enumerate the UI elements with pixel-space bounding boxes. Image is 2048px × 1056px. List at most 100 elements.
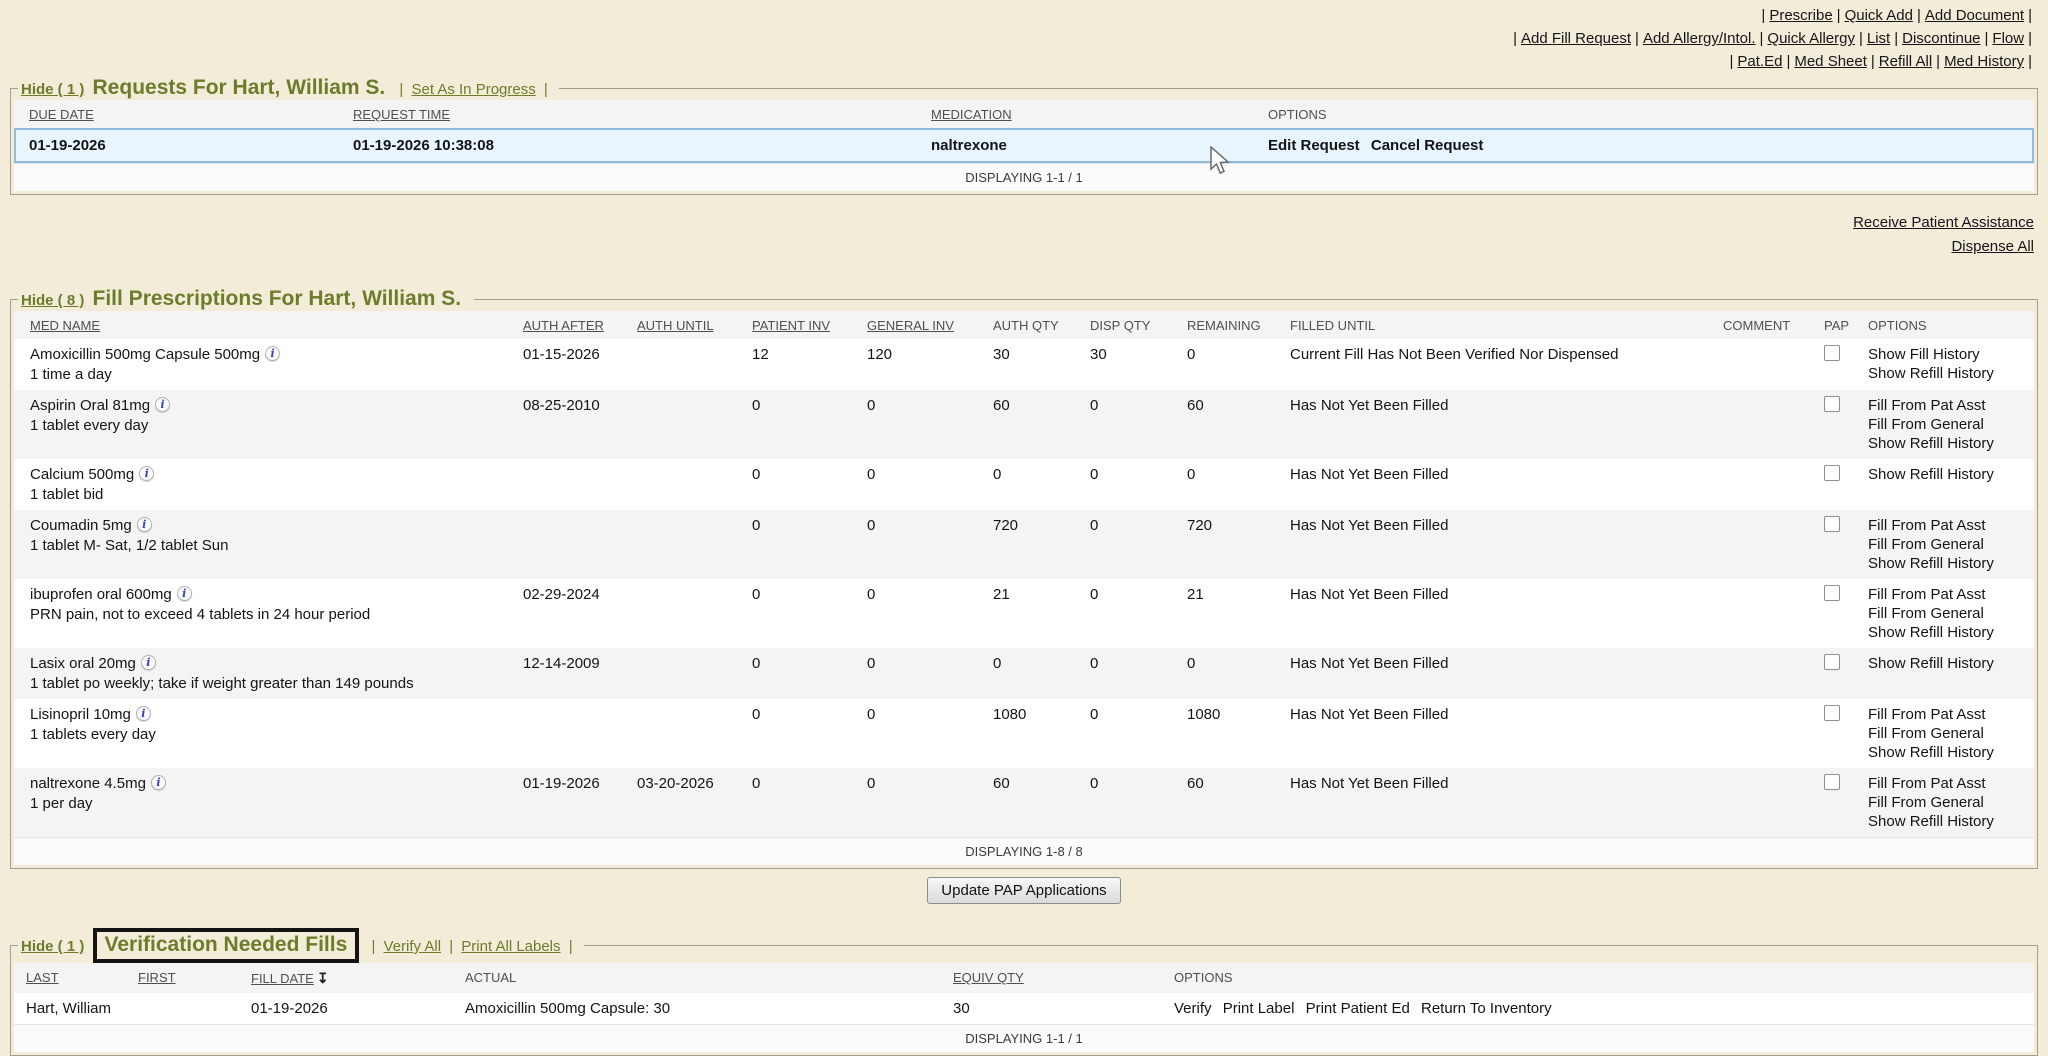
fill-from-pat-asst-link[interactable]: Fill From Pat Asst xyxy=(1868,396,2026,415)
nav-link-pat-ed[interactable]: Pat.Ed xyxy=(1737,53,1782,70)
fill-row-amoxicillin: Amoxicillin 500mg Capsule 500mgi 1 time … xyxy=(14,339,2034,390)
pap-checkbox[interactable] xyxy=(1824,654,1840,670)
top-nav-row-2: |Add Fill Request|Add Allergy/Intol.|Qui… xyxy=(1509,27,2036,50)
med-name: Lisinopril 10mg xyxy=(30,706,131,723)
comment-value xyxy=(1723,396,1824,453)
column-header-fill-date[interactable]: FILL DATE xyxy=(251,971,314,986)
column-header-first[interactable]: FIRST xyxy=(138,970,176,985)
nav-link-quick-allergy[interactable]: Quick Allergy xyxy=(1767,30,1855,47)
show-refill-history-link[interactable]: Show Refill History xyxy=(1868,812,2026,831)
requests-section: Hide ( 1 ) Requests For Hart, William S.… xyxy=(10,76,2038,195)
verify-all-link[interactable]: Verify All xyxy=(384,938,442,955)
hide-fill-link[interactable]: Hide ( 8 ) xyxy=(21,292,84,309)
show-refill-history-link[interactable]: Show Refill History xyxy=(1868,654,2026,673)
column-header-last[interactable]: LAST xyxy=(26,970,59,985)
cancel-request-link[interactable]: Cancel Request xyxy=(1371,136,1484,155)
nav-link-flow[interactable]: Flow xyxy=(1992,30,2024,47)
show-refill-history-link[interactable]: Show Refill History xyxy=(1868,623,2026,642)
nav-link-prescribe[interactable]: Prescribe xyxy=(1769,7,1832,24)
show-refill-history-link[interactable]: Show Refill History xyxy=(1868,434,2026,453)
receive-patient-assistance-link[interactable]: Receive Patient Assistance xyxy=(1853,214,2034,231)
patient-inv-value: 0 xyxy=(752,705,867,762)
info-icon[interactable]: i xyxy=(265,346,280,361)
return-to-inventory-link[interactable]: Return To Inventory xyxy=(1421,999,1552,1018)
pap-checkbox[interactable] xyxy=(1824,465,1840,481)
med-name: Coumadin 5mg xyxy=(30,517,132,534)
print-label-link[interactable]: Print Label xyxy=(1223,999,1295,1018)
print-all-labels-link[interactable]: Print All Labels xyxy=(461,938,560,955)
column-header-auth-until[interactable]: AUTH UNTIL xyxy=(637,318,714,333)
side-links: Receive Patient Assistance Dispense All xyxy=(0,211,2034,259)
pap-checkbox[interactable] xyxy=(1824,705,1840,721)
nav-link-quick-add[interactable]: Quick Add xyxy=(1845,7,1913,24)
dispense-all-link[interactable]: Dispense All xyxy=(1951,238,2034,255)
nav-link-add-document[interactable]: Add Document xyxy=(1925,7,2024,24)
info-icon[interactable]: i xyxy=(141,655,156,670)
fill-row-calcium: Calcium 500mgi 1 tablet bid 0 0 0 0 0 Ha… xyxy=(14,459,2034,510)
show-fill-history-link[interactable]: Show Fill History xyxy=(1868,345,2026,364)
sort-descending-icon[interactable]: ↧ xyxy=(317,970,329,986)
info-icon[interactable]: i xyxy=(137,517,152,532)
fill-from-pat-asst-link[interactable]: Fill From Pat Asst xyxy=(1868,585,2026,604)
nav-link-list[interactable]: List xyxy=(1867,30,1890,47)
show-refill-history-link[interactable]: Show Refill History xyxy=(1868,465,2026,484)
fill-row-aspirin: Aspirin Oral 81mgi 1 tablet every day 08… xyxy=(14,390,2034,459)
verification-table-footer: DISPLAYING 1-1 / 1 xyxy=(14,1024,2034,1052)
column-header-patient-inv[interactable]: PATIENT INV xyxy=(752,318,830,333)
auth-until-value xyxy=(637,345,752,384)
fill-from-pat-asst-link[interactable]: Fill From Pat Asst xyxy=(1868,705,2026,724)
column-header-due-date[interactable]: DUE DATE xyxy=(29,107,94,122)
pap-checkbox[interactable] xyxy=(1824,516,1840,532)
nav-link-refill-all[interactable]: Refill All xyxy=(1879,53,1932,70)
request-row-selected[interactable]: 01-19-2026 01-19-2026 10:38:08 naltrexon… xyxy=(14,128,2034,163)
column-header-equiv-qty[interactable]: EQUIV QTY xyxy=(953,970,1024,985)
fill-from-general-link[interactable]: Fill From General xyxy=(1868,535,2026,554)
nav-link-discontinue[interactable]: Discontinue xyxy=(1902,30,1980,47)
verify-link[interactable]: Verify xyxy=(1174,999,1212,1018)
show-refill-history-link[interactable]: Show Refill History xyxy=(1868,743,2026,762)
separator: | xyxy=(1837,7,1841,24)
set-as-in-progress-link[interactable]: Set As In Progress xyxy=(411,81,535,98)
info-icon[interactable]: i xyxy=(177,586,192,601)
med-name: Aspirin Oral 81mg xyxy=(30,397,150,414)
separator: | xyxy=(2028,53,2032,70)
nav-link-add-fill-request[interactable]: Add Fill Request xyxy=(1521,30,1631,47)
nav-link-add-allergy[interactable]: Add Allergy/Intol. xyxy=(1643,30,1756,47)
column-header-request-time[interactable]: REQUEST TIME xyxy=(353,107,450,122)
info-icon[interactable]: i xyxy=(136,706,151,721)
nav-link-med-sheet[interactable]: Med Sheet xyxy=(1794,53,1867,70)
pap-checkbox[interactable] xyxy=(1824,345,1840,361)
fill-from-general-link[interactable]: Fill From General xyxy=(1868,415,2026,434)
hide-verification-link[interactable]: Hide ( 1 ) xyxy=(21,938,84,955)
patient-inv-value: 0 xyxy=(752,654,867,693)
pap-checkbox[interactable] xyxy=(1824,396,1840,412)
info-icon[interactable]: i xyxy=(151,775,166,790)
fill-from-pat-asst-link[interactable]: Fill From Pat Asst xyxy=(1868,516,2026,535)
edit-request-link[interactable]: Edit Request xyxy=(1268,136,1360,155)
column-header-med-name[interactable]: MED NAME xyxy=(30,318,100,333)
general-inv-value: 0 xyxy=(867,654,993,693)
separator: | xyxy=(1513,30,1517,47)
update-pap-applications-button[interactable]: Update PAP Applications xyxy=(927,877,1120,904)
info-icon[interactable]: i xyxy=(139,466,154,481)
pap-checkbox[interactable] xyxy=(1824,585,1840,601)
fill-from-general-link[interactable]: Fill From General xyxy=(1868,604,2026,623)
disp-qty-value: 30 xyxy=(1090,345,1187,384)
column-header-medication[interactable]: MEDICATION xyxy=(931,107,1012,122)
fill-from-general-link[interactable]: Fill From General xyxy=(1868,793,2026,812)
pap-checkbox[interactable] xyxy=(1824,774,1840,790)
hide-requests-link[interactable]: Hide ( 1 ) xyxy=(21,81,84,98)
nav-link-med-history[interactable]: Med History xyxy=(1944,53,2024,70)
general-inv-value: 120 xyxy=(867,345,993,384)
info-icon[interactable]: i xyxy=(155,397,170,412)
show-refill-history-link[interactable]: Show Refill History xyxy=(1868,364,2026,383)
show-refill-history-link[interactable]: Show Refill History xyxy=(1868,554,2026,573)
auth-qty-value: 720 xyxy=(993,516,1090,573)
column-header-general-inv[interactable]: GENERAL INV xyxy=(867,318,954,333)
column-header-auth-after[interactable]: AUTH AFTER xyxy=(523,318,604,333)
fill-from-general-link[interactable]: Fill From General xyxy=(1868,724,2026,743)
column-header-remaining: REMAINING xyxy=(1187,318,1261,333)
fill-from-pat-asst-link[interactable]: Fill From Pat Asst xyxy=(1868,774,2026,793)
print-patient-ed-link[interactable]: Print Patient Ed xyxy=(1306,999,1410,1018)
patient-inv-value: 0 xyxy=(752,465,867,504)
